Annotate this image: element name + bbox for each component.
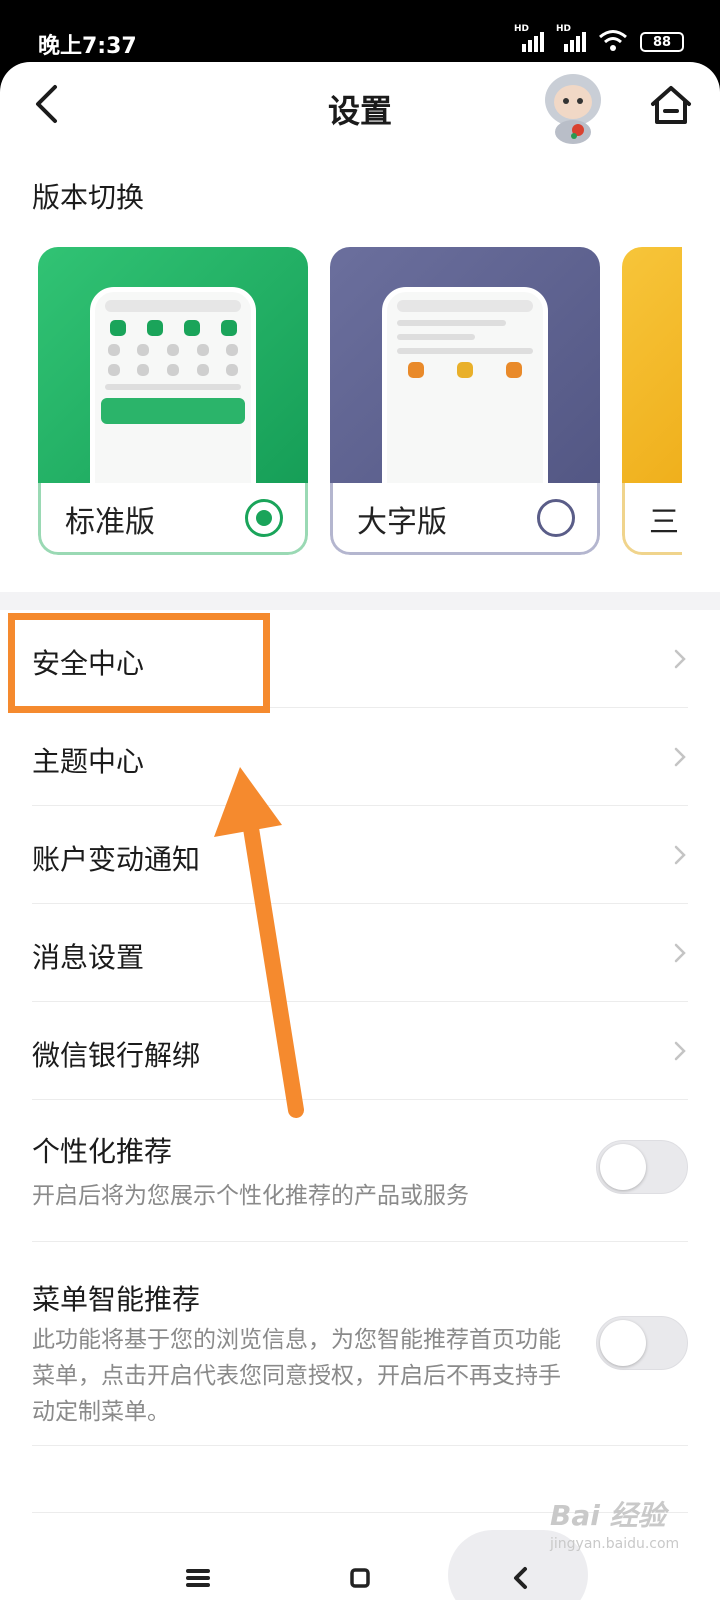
smart-menu-recommend-switch[interactable]	[596, 1316, 688, 1370]
version-card-standard[interactable]: 标准版	[38, 247, 308, 555]
mascot-icon[interactable]	[538, 70, 608, 146]
back-nav-button[interactable]	[498, 1556, 542, 1600]
version-card-footer: 三	[622, 483, 682, 555]
signal-icon: HD	[556, 24, 586, 52]
version-card-footer: 标准版	[38, 483, 308, 555]
toggle-description: 此功能将基于您的浏览信息，为您智能推荐首页功能菜单，点击开启代表您同意授权，开启…	[32, 1327, 561, 1425]
phone-preview	[382, 287, 548, 497]
version-card-third[interactable]: 三	[622, 247, 682, 555]
network-label: HD	[556, 24, 572, 34]
menu-button[interactable]	[176, 1556, 220, 1600]
phone-preview	[90, 287, 256, 497]
version-card-footer: 大字版	[330, 483, 600, 555]
nav-bar: 设置	[0, 62, 720, 150]
annotation-highlight-box	[8, 613, 270, 713]
chevron-right-icon	[674, 1041, 686, 1061]
signal-icon: HD	[514, 24, 544, 52]
menu-item-theme-center[interactable]: 主题中心	[32, 708, 688, 806]
menu-item-wechat-unbind[interactable]: 微信银行解绑	[32, 1002, 688, 1100]
home-icon	[651, 86, 691, 124]
version-card-large-font[interactable]: 大字版	[330, 247, 600, 555]
menu-item-label: 主题中心	[32, 745, 145, 778]
home-button[interactable]	[646, 80, 696, 130]
version-preview	[622, 247, 682, 487]
chevron-right-icon	[674, 649, 686, 669]
radio-unselected[interactable]	[537, 499, 575, 537]
settings-screen: 设置 版本切换 标准版 大字版 三 安全中心 主题中心 账户变动通知 消息设置 …	[0, 62, 720, 1600]
watermark-sub: jingyan.baidu.com	[550, 1536, 680, 1552]
chevron-right-icon	[674, 943, 686, 963]
wifi-icon	[599, 30, 627, 51]
menu-icon	[186, 1569, 210, 1587]
status-time: 晚上7:37	[38, 34, 137, 59]
home-nav-button[interactable]	[338, 1556, 382, 1600]
battery-icon: 88	[640, 32, 684, 52]
toggle-item-smart-menu-recommend: 菜单智能推荐 此功能将基于您的浏览信息，为您智能推荐首页功能菜单，点击开启代表您…	[32, 1242, 688, 1446]
page-title: 设置	[327, 92, 392, 130]
watermark-main: Bai 经验	[550, 1499, 666, 1532]
network-label: HD	[514, 24, 530, 34]
chevron-left-icon	[514, 1567, 527, 1589]
chevron-right-icon	[674, 845, 686, 865]
radio-selected[interactable]	[245, 499, 283, 537]
version-carousel[interactable]: 标准版 大字版 三	[38, 247, 682, 557]
status-icons: HD HD 88	[514, 24, 684, 52]
version-switch-title: 版本切换	[32, 181, 145, 214]
menu-item-label: 微信银行解绑	[32, 1039, 201, 1072]
personalized-recommend-switch[interactable]	[596, 1140, 688, 1194]
menu-item-account-notification[interactable]: 账户变动通知	[32, 806, 688, 904]
menu-item-label: 账户变动通知	[32, 843, 201, 876]
section-divider	[0, 592, 720, 610]
toggle-item-personalized-recommend: 个性化推荐 开启后将为您展示个性化推荐的产品或服务	[32, 1100, 688, 1242]
square-icon	[350, 1568, 370, 1588]
toggle-label: 个性化推荐	[32, 1135, 173, 1168]
settings-menu: 安全中心 主题中心 账户变动通知 消息设置 微信银行解绑 个性化推荐 开启后将为…	[0, 610, 720, 1446]
chevron-right-icon	[674, 747, 686, 767]
menu-item-label: 消息设置	[32, 941, 145, 974]
menu-item-message-settings[interactable]: 消息设置	[32, 904, 688, 1002]
version-label: 大字版	[357, 505, 447, 540]
baidu-watermark: Bai 经验 jingyan.baidu.com	[550, 1494, 710, 1564]
version-label: 三	[649, 505, 679, 540]
toggle-description: 开启后将为您展示个性化推荐的产品或服务	[32, 1183, 469, 1209]
toggle-label: 菜单智能推荐	[32, 1283, 201, 1316]
version-label: 标准版	[65, 505, 155, 540]
